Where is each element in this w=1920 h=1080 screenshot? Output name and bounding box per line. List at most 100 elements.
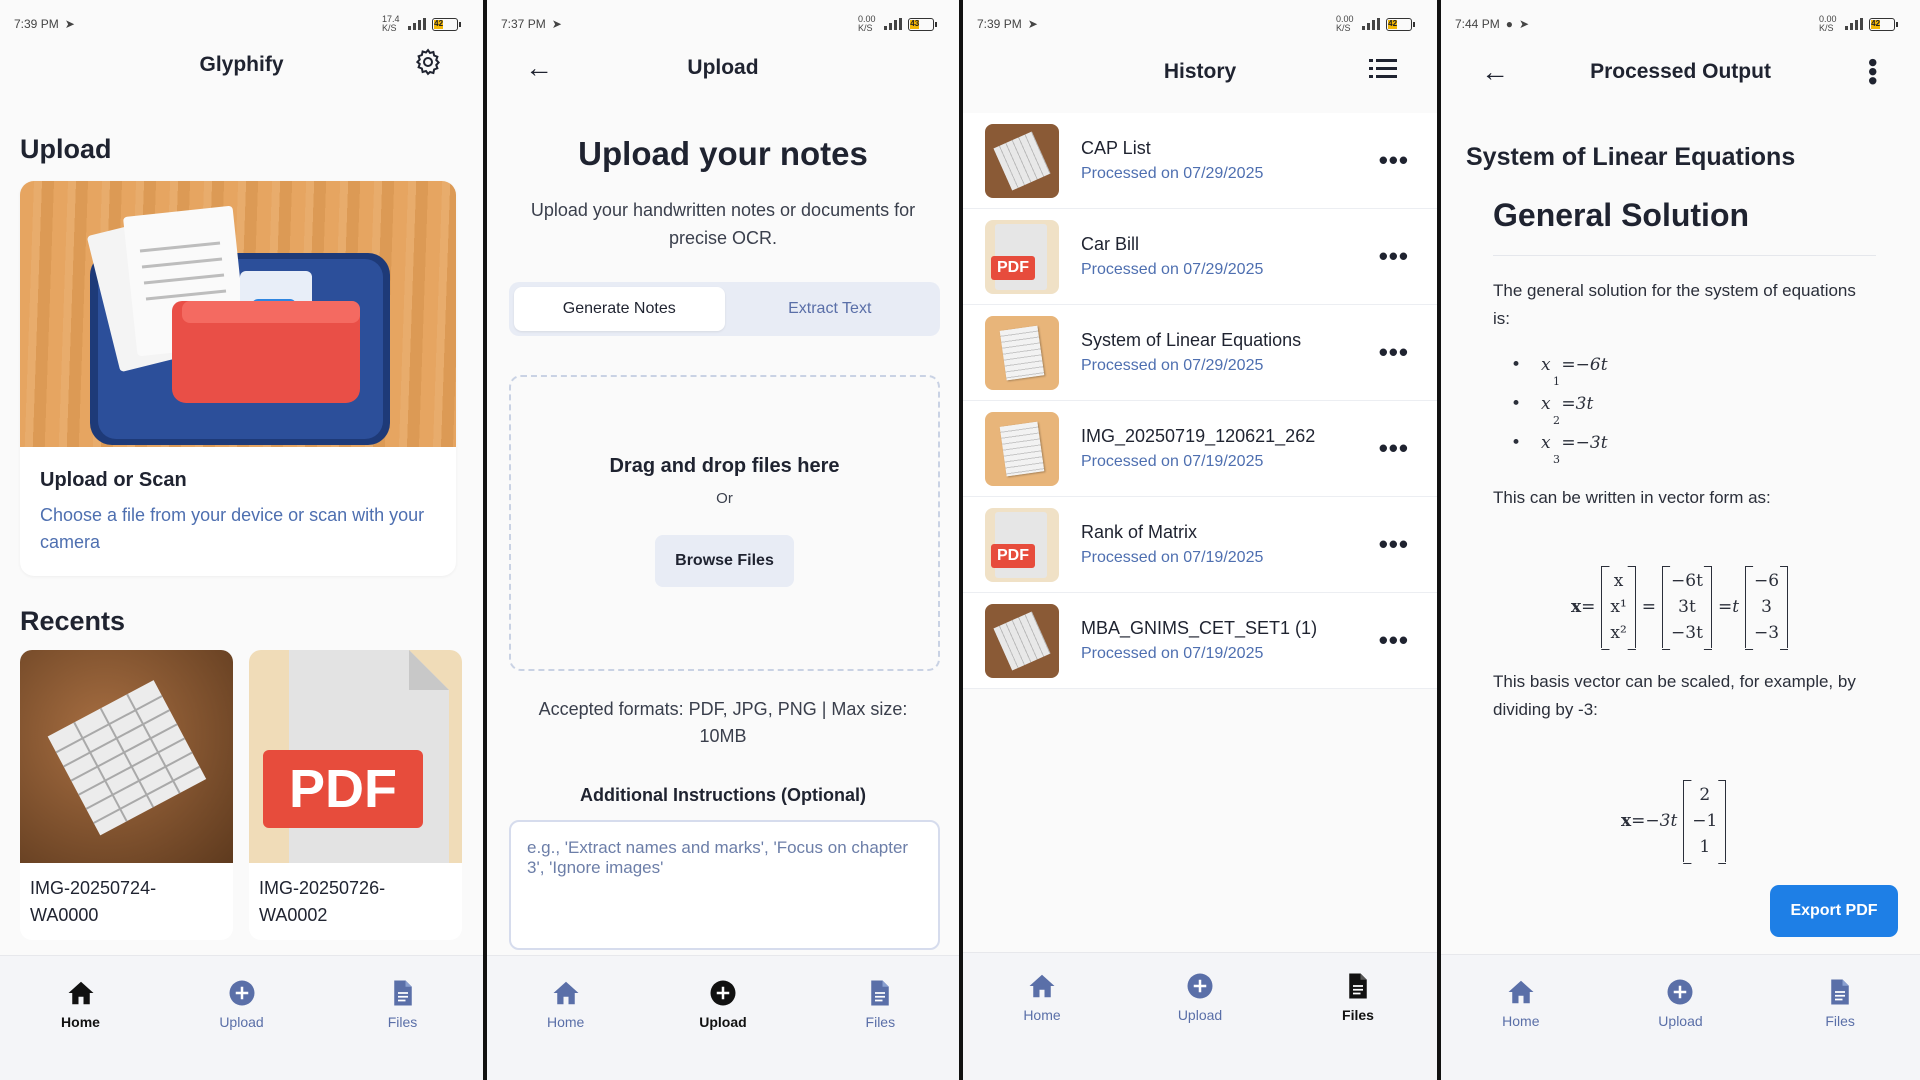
- telegram-icon: ➤: [551, 17, 562, 31]
- nav-home[interactable]: Home: [1466, 977, 1576, 1029]
- more-options-icon[interactable]: •••: [1373, 145, 1415, 176]
- home-icon: [68, 981, 93, 1005]
- more-options-icon[interactable]: •••: [1373, 529, 1415, 560]
- spreadsheet-paper-icon: [20, 650, 233, 863]
- nav-upload-label: Upload: [1177, 1007, 1223, 1023]
- nav-home[interactable]: Home: [26, 978, 136, 1030]
- nav-home[interactable]: Home: [987, 971, 1097, 1023]
- upload-heading: Upload: [20, 134, 112, 164]
- pdf-thumbnail: PDF: [985, 507, 1059, 582]
- bottom-navigation: Home Upload Files: [487, 955, 959, 1080]
- history-row[interactable]: IMG_20250719_120621_262 Processed on 07/1…: [963, 401, 1437, 497]
- network-speed: 0.00 K/S: [1819, 14, 1837, 33]
- more-options-icon[interactable]: •••: [1373, 337, 1415, 368]
- tab-extract-text[interactable]: Extract Text: [725, 287, 936, 331]
- more-vertical-icon[interactable]: •••: [1858, 58, 1888, 85]
- home-icon: [1029, 974, 1055, 998]
- nav-upload[interactable]: Upload: [187, 978, 297, 1030]
- tab-generate-notes[interactable]: Generate Notes: [514, 287, 725, 331]
- solution-list: x =−6t1 x =3t2 x =−3t3: [1511, 355, 1608, 472]
- back-arrow-icon[interactable]: ←: [1481, 56, 1509, 88]
- instructions-input[interactable]: [509, 820, 940, 950]
- nav-home[interactable]: Home: [511, 978, 621, 1030]
- home-icon: [1508, 980, 1534, 1004]
- nav-home-label: Home: [1502, 1013, 1540, 1029]
- notification-icon: ●: [1505, 17, 1513, 31]
- upload-or-scan-card[interactable]: Upload or Scan Choose a file from your d…: [20, 181, 456, 576]
- recent-file-card[interactable]: IMG-20250724-WA0000: [20, 650, 233, 940]
- file-name: Car Bill: [1081, 234, 1140, 254]
- bottom-navigation: Home Upload Files: [963, 952, 1437, 1080]
- screen-title: Processed Output: [1590, 60, 1771, 83]
- vector-intro-text: This can be written in vector form as:: [1493, 488, 1771, 507]
- history-row[interactable]: MBA_GNIMS_CET_SET1 (1) Processed on 07/19…: [963, 593, 1437, 689]
- image-thumbnail: [985, 603, 1059, 678]
- nav-upload-label: Upload: [699, 1014, 747, 1030]
- nav-upload[interactable]: Upload: [668, 978, 778, 1030]
- image-thumbnail: [985, 123, 1059, 198]
- history-row[interactable]: CAP List Processed on 07/29/2025 •••: [963, 113, 1437, 209]
- file-name: MBA_GNIMS_CET_SET1 (1): [1081, 618, 1318, 638]
- nav-home-label: Home: [61, 1014, 100, 1030]
- export-pdf-button[interactable]: Export PDF: [1770, 885, 1898, 937]
- pdf-tag: PDF: [991, 255, 1035, 280]
- file-name: CAP List: [1081, 138, 1151, 158]
- nav-files[interactable]: Files: [825, 978, 935, 1030]
- home-screen: 7:39 PM ➤ 17.4 K/S 42 Glyphify Upload Up…: [0, 0, 483, 1080]
- card-title: Upload or Scan: [40, 469, 187, 491]
- document-title: System of Linear Equations: [1466, 143, 1796, 171]
- history-row[interactable]: PDF Car Bill Processed on 07/29/2025 •••: [963, 209, 1437, 305]
- battery-icon: 42: [432, 17, 461, 31]
- add-circle-icon: [1187, 973, 1213, 999]
- page-subtitle: Upload your handwritten notes or documen…: [530, 200, 916, 248]
- signal-icon: [884, 18, 902, 30]
- signal-icon: [408, 18, 426, 30]
- recent-file-card[interactable]: PDF IMG-20250726-WA0002: [249, 650, 462, 940]
- section-heading: General Solution: [1493, 197, 1750, 233]
- history-row[interactable]: PDF Rank of Matrix Processed on 07/19/202…: [963, 497, 1437, 593]
- app-header: Glyphify: [0, 45, 483, 85]
- app-title: Glyphify: [199, 53, 284, 76]
- signal-icon: [1362, 18, 1380, 30]
- telegram-icon: ➤: [1518, 17, 1530, 31]
- nav-files[interactable]: Files: [1785, 977, 1895, 1029]
- file-name: IMG_20250719_120621_262: [1081, 426, 1316, 446]
- list-menu-icon[interactable]: [1369, 58, 1397, 86]
- back-arrow-icon[interactable]: ←: [525, 52, 553, 84]
- nav-files-label: Files: [1342, 1007, 1374, 1023]
- nav-upload[interactable]: Upload: [1625, 977, 1735, 1029]
- history-row[interactable]: System of Linear Equations Processed on 0…: [963, 305, 1437, 401]
- processed-date: Processed on 07/29/2025: [1081, 165, 1264, 182]
- more-options-icon[interactable]: •••: [1373, 625, 1415, 656]
- file-icon: [871, 980, 890, 1006]
- accepted-formats: Accepted formats: PDF, JPG, PNG | Max si…: [538, 699, 908, 746]
- processed-output-screen: 7:44 PM ● ➤ 0.00 K/S 42 ← Processed Output…: [1441, 0, 1920, 1080]
- solution-item: x =3t2: [1511, 394, 1608, 433]
- image-thumbnail: [985, 411, 1059, 486]
- telegram-icon: ➤: [1027, 17, 1038, 31]
- divider: [1493, 255, 1876, 256]
- pdf-thumbnail: PDF: [985, 219, 1059, 294]
- status-time: 7:39 PM: [977, 17, 1022, 31]
- pdf-tag: PDF: [263, 750, 423, 828]
- nav-files-label: Files: [865, 1014, 896, 1030]
- file-icon: [393, 980, 412, 1006]
- more-options-icon[interactable]: •••: [1373, 433, 1415, 464]
- image-thumbnail: [985, 315, 1059, 390]
- browse-files-button[interactable]: Browse Files: [655, 535, 794, 587]
- nav-files[interactable]: Files: [1303, 971, 1413, 1023]
- nav-files[interactable]: Files: [348, 978, 458, 1030]
- battery-icon: 42: [1386, 17, 1415, 31]
- pdf-tag: PDF: [991, 543, 1035, 568]
- more-options-icon[interactable]: •••: [1373, 241, 1415, 272]
- nav-upload[interactable]: Upload: [1145, 971, 1255, 1023]
- signal-icon: [1845, 18, 1863, 30]
- drop-title: Drag and drop files here: [609, 455, 840, 477]
- folder-upload-illustration: [20, 181, 456, 447]
- status-time: 7:44 PM: [1455, 17, 1500, 31]
- nav-home-label: Home: [546, 1014, 585, 1030]
- file-drop-zone[interactable]: Drag and drop files here Or Browse Files: [509, 375, 940, 671]
- screen-title: History: [1163, 60, 1237, 83]
- settings-gear-icon[interactable]: [413, 47, 443, 83]
- mode-toggle: Generate Notes Extract Text: [509, 282, 940, 336]
